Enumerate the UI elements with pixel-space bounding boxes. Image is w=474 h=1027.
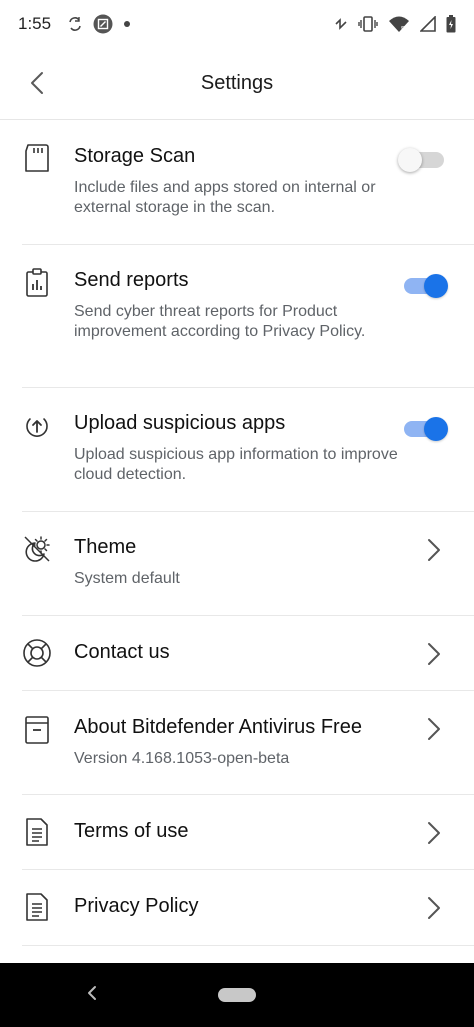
nav-back-button[interactable] <box>82 983 102 1007</box>
chevron-left-icon <box>30 71 44 100</box>
document-icon <box>22 892 52 922</box>
chevron-right-icon <box>424 536 444 564</box>
chevron-right-icon <box>424 894 444 922</box>
settings-list: Storage Scan Include files and apps stor… <box>0 121 474 946</box>
setting-theme[interactable]: Theme System default <box>22 512 474 616</box>
wifi-icon: 5 <box>388 15 410 33</box>
toggle-knob <box>424 417 448 441</box>
row-title: About Bitdefender Antivirus Free <box>74 716 362 738</box>
setting-upload-suspicious-apps: Upload suspicious apps Upload suspicious… <box>22 388 474 512</box>
setting-contact-us[interactable]: Contact us <box>22 616 474 691</box>
row-description: Upload suspicious app information to imp… <box>74 446 398 483</box>
row-title: Storage Scan <box>74 145 196 167</box>
toggle-knob <box>424 274 448 298</box>
signal-icon <box>420 16 436 32</box>
sync-icon <box>67 16 83 32</box>
chevron-right-icon <box>424 715 444 743</box>
row-title: Send reports <box>74 269 189 291</box>
row-title: Privacy Policy <box>74 895 199 917</box>
toggle-knob <box>398 148 422 172</box>
battery-icon <box>446 15 456 33</box>
page-title: Settings <box>200 72 274 94</box>
lifebuoy-icon <box>22 638 52 668</box>
row-title: Upload suspicious apps <box>74 412 286 434</box>
row-description: System default <box>74 570 180 587</box>
system-nav-bar <box>0 963 474 1027</box>
home-pill-icon[interactable] <box>218 988 256 1002</box>
storage-scan-toggle[interactable] <box>398 148 448 172</box>
nav-back-icon <box>87 985 97 1006</box>
document-icon <box>22 817 52 847</box>
row-description: Send cyber threat reports for Product im… <box>74 303 366 340</box>
setting-terms-of-use[interactable]: Terms of use <box>22 795 474 870</box>
setting-privacy-policy[interactable]: Privacy Policy <box>22 870 474 946</box>
row-title: Terms of use <box>74 820 189 842</box>
setting-storage-scan: Storage Scan Include files and apps stor… <box>22 121 474 245</box>
row-description: Version 4.168.1053-open-beta <box>74 750 290 767</box>
clipboard-chart-icon <box>22 268 52 298</box>
upload-circle-icon <box>22 412 52 442</box>
status-time: 1:55 <box>18 14 52 33</box>
chevron-right-icon <box>424 819 444 847</box>
row-description: Include files and apps stored on interna… <box>74 179 376 216</box>
app-bar: Settings <box>0 48 474 120</box>
screenshot-icon <box>93 14 113 34</box>
setting-send-reports: Send reports Send cyber threat reports f… <box>22 245 474 388</box>
dot-icon <box>123 20 131 28</box>
vibrate-icon <box>358 15 378 33</box>
sd-card-icon <box>22 143 52 173</box>
back-button[interactable] <box>22 70 52 100</box>
svg-text:5: 5 <box>401 26 405 33</box>
status-right-icons: 5 <box>334 15 456 33</box>
row-title: Theme <box>74 536 137 558</box>
status-bar: 1:55 5 <box>0 0 474 48</box>
row-title: Contact us <box>74 641 170 663</box>
send-reports-toggle[interactable] <box>404 274 448 298</box>
upload-suspicious-apps-toggle[interactable] <box>404 417 448 441</box>
status-left-icons <box>67 14 131 34</box>
setting-about[interactable]: About Bitdefender Antivirus Free Version… <box>22 691 474 795</box>
chevron-right-icon <box>424 640 444 668</box>
nfc-icon <box>334 17 348 31</box>
theme-icon <box>22 534 52 564</box>
about-box-icon <box>22 715 52 745</box>
